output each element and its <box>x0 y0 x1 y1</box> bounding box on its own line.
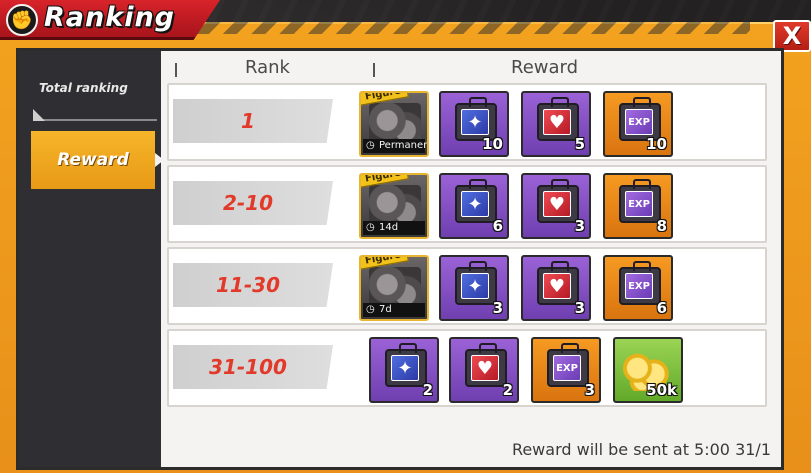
reward-item-red-card-case[interactable]: ♥ 2 <box>449 337 519 403</box>
reward-item-figure-portrait[interactable]: Figure7d <box>359 255 429 321</box>
reward-quantity: 2 <box>502 381 513 399</box>
reward-item-exp-case[interactable]: EXP 8 <box>603 173 673 239</box>
card-case-icon: ✦ <box>461 273 489 299</box>
card-case-icon: ✦ <box>461 191 489 217</box>
reward-item-exp-case[interactable]: EXP 3 <box>531 337 601 403</box>
exp-case-icon: EXP <box>553 355 581 381</box>
reward-quantity: 8 <box>656 217 667 235</box>
reward-item-exp-case[interactable]: EXP 6 <box>603 255 673 321</box>
header-divider <box>373 63 375 77</box>
reward-send-notice: Reward will be sent at 5:00 31/1 <box>511 440 771 459</box>
figure-duration: 14d <box>363 221 425 235</box>
reward-item-figure-portrait[interactable]: Figure14d <box>359 173 429 239</box>
briefcase-icon: ♥ <box>537 261 579 305</box>
reward-quantity: 3 <box>574 299 585 317</box>
exp-case-icon: EXP <box>625 109 653 135</box>
briefcase-icon: ✦ <box>385 343 427 387</box>
ranking-badge-icon: ✊ <box>6 4 38 36</box>
card-case-icon: ✦ <box>461 109 489 135</box>
briefcase-icon: ♥ <box>537 97 579 141</box>
reward-quantity: 5 <box>574 135 585 153</box>
reward-quantity: 3 <box>584 381 595 399</box>
red-card-case-icon: ♥ <box>471 355 499 381</box>
reward-item-red-card-case[interactable]: ♥ 3 <box>521 255 591 321</box>
briefcase-icon: EXP <box>547 343 589 387</box>
reward-item-exp-case[interactable]: EXP 10 <box>603 91 673 157</box>
frame-hazard-stripe <box>150 22 750 34</box>
table-row: 11-30Figure7d✦3♥3EXP6 <box>167 247 767 325</box>
sidebar: Total ranking Reward <box>19 51 164 467</box>
reward-quantity: 2 <box>422 381 433 399</box>
reward-item-card-case[interactable]: ✦ 2 <box>369 337 439 403</box>
reward-quantity: 6 <box>656 299 667 317</box>
reward-quantity: 10 <box>646 135 667 153</box>
table-row: 31-100 ✦ 2 ♥ 2 EXP 3 50k <box>167 329 767 407</box>
reward-item-figure-portrait[interactable]: FigurePermanent <box>359 91 429 157</box>
reward-quantity: 3 <box>492 299 503 317</box>
red-card-case-icon: ♥ <box>543 191 571 217</box>
rank-range: 1 <box>241 109 255 133</box>
reward-quantity: 6 <box>492 217 503 235</box>
sidebar-item-total-ranking[interactable]: Total ranking <box>33 81 157 121</box>
briefcase-icon: ✦ <box>455 261 497 305</box>
red-card-case-icon: ♥ <box>543 273 571 299</box>
title-banner: ✊ Ranking <box>0 0 220 40</box>
header-reward: Reward <box>511 57 579 78</box>
briefcase-icon: ✦ <box>455 179 497 223</box>
reward-item-card-case[interactable]: ✦ 10 <box>439 91 509 157</box>
reward-quantity: 10 <box>482 135 503 153</box>
header-divider <box>175 63 177 77</box>
exp-case-icon: EXP <box>625 273 653 299</box>
briefcase-icon: EXP <box>619 179 661 223</box>
figure-duration: 7d <box>363 303 425 317</box>
rank-range: 2-10 <box>222 191 274 215</box>
sidebar-item-reward[interactable]: Reward <box>31 131 164 189</box>
reward-item-card-case[interactable]: ✦ 3 <box>439 255 509 321</box>
rank-range: 11-30 <box>216 273 280 297</box>
reward-item-card-case[interactable]: ✦ 6 <box>439 173 509 239</box>
red-card-case-icon: ♥ <box>543 109 571 135</box>
briefcase-icon: ♥ <box>537 179 579 223</box>
table-row: 1FigurePermanent✦10♥5EXP10 <box>167 83 767 161</box>
briefcase-icon: ♥ <box>465 343 507 387</box>
figure-duration: Permanent <box>363 139 427 153</box>
reward-quantity: 50k <box>646 381 677 399</box>
reward-content: Rank Reward 1FigurePermanent✦10♥5EXP102-… <box>161 51 781 467</box>
table-row: 2-10Figure14d✦6♥3EXP8 <box>167 165 767 243</box>
exp-case-icon: EXP <box>625 191 653 217</box>
card-case-icon: ✦ <box>391 355 419 381</box>
table-header: Rank Reward <box>161 57 781 81</box>
page-title: Ranking <box>44 2 175 33</box>
ranking-panel: Total ranking Reward Rank Reward 1 Figure… <box>16 48 784 470</box>
reward-item-red-card-case[interactable]: ♥ 5 <box>521 91 591 157</box>
reward-item-gold-coins[interactable]: 50k <box>613 337 683 403</box>
rank-range: 31-100 <box>209 355 287 379</box>
header-rank: Rank <box>245 57 290 78</box>
reward-quantity: 3 <box>574 217 585 235</box>
briefcase-icon: EXP <box>619 261 661 305</box>
reward-item-red-card-case[interactable]: ♥ 3 <box>521 173 591 239</box>
